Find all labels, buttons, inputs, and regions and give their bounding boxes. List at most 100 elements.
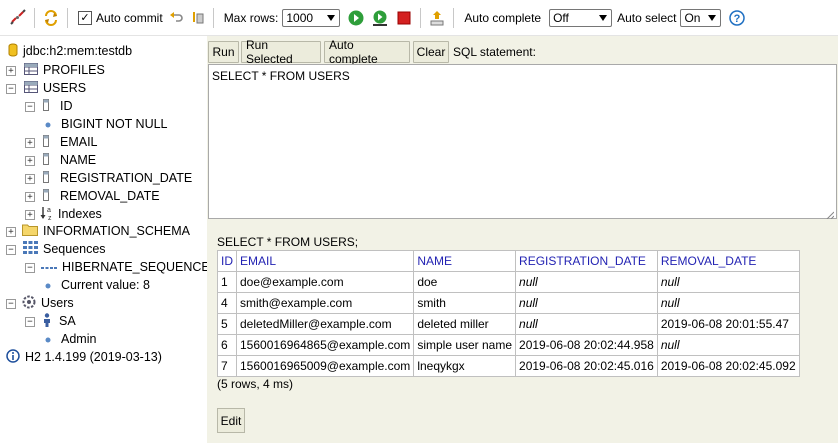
- tree-column-removal-date[interactable]: REMOVAL_DATE: [43, 187, 160, 205]
- table-cell: null: [656, 292, 800, 314]
- help-icon[interactable]: ?: [727, 8, 747, 28]
- indexes-label: Indexes: [58, 207, 102, 221]
- help-glyph: ?: [734, 13, 741, 25]
- column-header[interactable]: REGISTRATION_DATE: [515, 250, 658, 272]
- refresh-icon[interactable]: [41, 8, 61, 28]
- collapse-icon[interactable]: −: [6, 84, 16, 94]
- bullet-icon: [45, 332, 51, 346]
- tree-column-email[interactable]: EMAIL: [43, 133, 98, 151]
- toolbar-separator: [453, 7, 455, 28]
- column-header[interactable]: REMOVAL_DATE: [656, 250, 800, 272]
- tree-column-registration-date[interactable]: REGISTRATION_DATE: [43, 169, 192, 187]
- user-label: SA: [59, 314, 76, 328]
- table-cell: 7: [217, 355, 237, 377]
- column-label: REGISTRATION_DATE: [60, 171, 193, 185]
- expand-icon[interactable]: +: [25, 156, 35, 166]
- expand-icon[interactable]: +: [6, 66, 16, 76]
- tree-column-id[interactable]: ID: [43, 97, 73, 115]
- table-cell: doe@example.com: [235, 271, 415, 293]
- column-type-label: BIGINT NOT NULL: [61, 117, 168, 131]
- users-node-label: Users: [41, 296, 74, 310]
- result-table: ID EMAIL NAME REGISTRATION_DATE REMOVAL_…: [217, 250, 800, 377]
- table-row: 6 1560016964865@example.com simple user …: [217, 334, 800, 356]
- resize-handle-icon[interactable]: [826, 208, 835, 220]
- chevron-down-icon: [708, 14, 717, 21]
- sql-editor[interactable]: SELECT * FROM USERS: [208, 64, 837, 220]
- toolbar-separator: [420, 7, 422, 28]
- auto-select-select[interactable]: On: [680, 8, 722, 27]
- column-header[interactable]: EMAIL: [235, 250, 415, 272]
- disconnect-icon[interactable]: [8, 8, 28, 28]
- table-icon: [24, 80, 38, 96]
- run-button[interactable]: Run: [208, 41, 239, 63]
- collapse-icon[interactable]: −: [25, 102, 35, 112]
- table-cell: 2019-06-08 20:02:44.958: [515, 334, 658, 356]
- table-cell: null: [656, 271, 800, 293]
- run-selected-icon[interactable]: [370, 8, 390, 28]
- max-rows-select[interactable]: 1000: [282, 8, 341, 27]
- history-icon[interactable]: [427, 8, 447, 28]
- auto-complete-select[interactable]: Off: [549, 8, 613, 27]
- auto-select-value: On: [684, 10, 701, 25]
- tree-table-profiles[interactable]: PROFILES: [24, 61, 105, 79]
- main-panel: Run Run Selected Auto complete Clear SQL…: [207, 36, 838, 443]
- tree-information-schema[interactable]: INFORMATION_SCHEMA: [22, 222, 190, 240]
- table-cell: deletedMiller@example.com: [235, 313, 415, 335]
- sort-index-icon: az: [40, 205, 56, 224]
- table-cell: 4: [217, 292, 237, 314]
- collapse-icon[interactable]: −: [25, 263, 35, 273]
- expand-icon[interactable]: +: [25, 192, 35, 202]
- collapse-icon[interactable]: −: [6, 245, 16, 255]
- tree-user-role: Admin: [45, 330, 96, 348]
- table-cell: 1560016965009@example.com: [235, 355, 415, 377]
- tree-indexes[interactable]: az Indexes: [40, 205, 102, 223]
- run-selected-button[interactable]: Run Selected: [241, 38, 321, 66]
- schema-label: INFORMATION_SCHEMA: [43, 224, 190, 238]
- rollback-icon[interactable]: [167, 8, 187, 28]
- tree-connection[interactable]: jdbc:h2:mem:testdb: [8, 42, 132, 60]
- table-cell: null: [515, 271, 658, 293]
- tree-sequences[interactable]: Sequences: [23, 240, 106, 258]
- edit-button[interactable]: Edit: [217, 408, 245, 433]
- column-icon: [43, 152, 49, 168]
- clear-button[interactable]: Clear: [413, 41, 449, 63]
- tree-version: H2 1.4.199 (2019-03-13): [6, 348, 162, 366]
- max-rows-value: 1000: [286, 10, 314, 25]
- collapse-icon[interactable]: −: [6, 299, 16, 309]
- table-cell: 2019-06-08 20:02:45.092: [656, 355, 800, 377]
- column-label: REMOVAL_DATE: [60, 189, 160, 203]
- column-icon: [43, 188, 49, 204]
- column-icon: [43, 134, 49, 150]
- commit-icon[interactable]: [187, 8, 207, 28]
- auto-select-label: Auto select: [617, 10, 677, 25]
- tree-user-sa[interactable]: SA: [43, 312, 76, 330]
- svg-text:a: a: [47, 207, 51, 214]
- auto-commit-checkbox[interactable]: ✓: [78, 10, 92, 25]
- bullet-icon: [45, 278, 51, 292]
- run-icon[interactable]: [346, 8, 366, 28]
- auto-complete-label: Auto complete: [464, 10, 542, 25]
- sequence-icon: [41, 260, 57, 274]
- table-row: 7 1560016965009@example.com lneqykgx 201…: [217, 355, 800, 377]
- tree-users-node[interactable]: Users: [22, 294, 74, 312]
- collapse-icon[interactable]: −: [25, 317, 35, 327]
- table-cell: 2019-06-08 20:01:55.47: [656, 313, 800, 335]
- chevron-down-icon: [599, 14, 608, 21]
- table-cell: 6: [217, 334, 237, 356]
- column-header[interactable]: NAME: [413, 250, 517, 272]
- stop-icon[interactable]: [394, 8, 414, 28]
- tree-column-name[interactable]: NAME: [43, 151, 96, 169]
- auto-commit-label: Auto commit: [96, 10, 163, 25]
- expand-icon[interactable]: +: [25, 174, 35, 184]
- auto-complete-button[interactable]: Auto complete: [324, 38, 410, 66]
- folder-icon: [22, 223, 38, 239]
- tree-hibernate-sequence[interactable]: HIBERNATE_SEQUENCE: [41, 258, 210, 276]
- chevron-down-icon: [327, 14, 336, 21]
- users-icon: [22, 295, 36, 312]
- column-header[interactable]: ID: [217, 250, 237, 272]
- expand-icon[interactable]: +: [6, 227, 16, 237]
- tree-table-users[interactable]: USERS: [24, 79, 86, 97]
- expand-icon[interactable]: +: [25, 210, 35, 220]
- expand-icon[interactable]: +: [25, 138, 35, 148]
- svg-text:z: z: [48, 215, 52, 221]
